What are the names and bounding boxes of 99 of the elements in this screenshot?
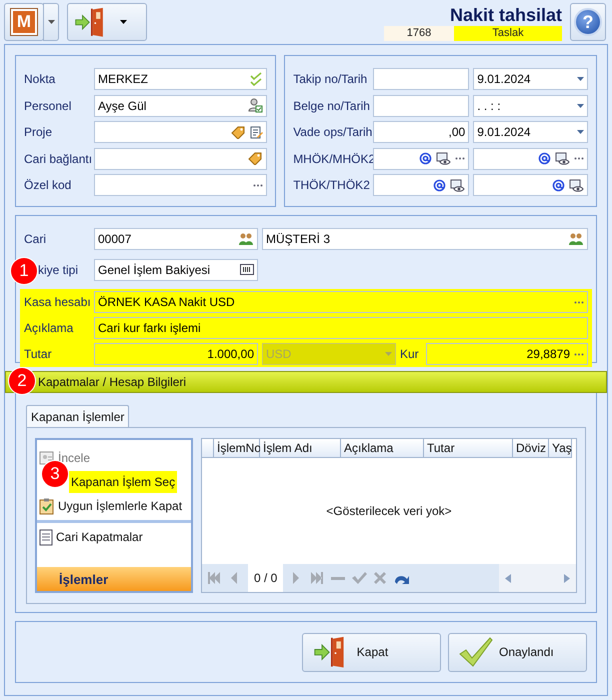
menu-dropdown-button[interactable] (43, 3, 59, 41)
input-field[interactable]: ,00 (373, 121, 470, 143)
column-header[interactable]: Açıklama (341, 439, 424, 458)
exit-button[interactable] (67, 3, 147, 41)
tag-icon (248, 152, 264, 165)
approve-button[interactable]: Onaylandı (448, 632, 587, 672)
dropdown-icon (577, 77, 584, 81)
input-field[interactable] (94, 121, 268, 143)
ellipsis-icon (455, 157, 466, 160)
eye-card-icon (436, 152, 452, 165)
field-label: Personel (24, 98, 72, 112)
clipboard-check-icon (39, 498, 55, 514)
ellipsis-icon (574, 300, 584, 304)
caret-icon (120, 20, 127, 24)
window-title: Nakit tahsilat (450, 4, 562, 26)
action-item[interactable]: Cari Kapatmalar (37, 526, 191, 548)
input-field[interactable] (373, 94, 470, 116)
at-icon (552, 178, 565, 192)
ellipsis-icon (574, 157, 584, 160)
dropdown-icon (577, 104, 584, 108)
at-icon (538, 152, 551, 165)
dropdown-icon (385, 352, 392, 356)
field-label: Belge no/Tarih (293, 98, 370, 112)
input-field[interactable]: 9.01.2024 (473, 68, 588, 90)
field-label: kiye tipi (38, 262, 80, 276)
caret-icon (48, 20, 54, 24)
input-field[interactable]: Genel İşlem Bakiyesi (94, 258, 258, 280)
ellipsis-icon (574, 352, 584, 356)
input-field[interactable]: 00007 (94, 228, 258, 250)
empty-message: <Gösterilecek veri yok> (326, 504, 452, 518)
ellipsis-icon (253, 184, 264, 186)
people-icon (568, 232, 584, 246)
action-item[interactable]: Kapanan İşlem Seç (69, 471, 178, 493)
field-label: Cari (24, 232, 48, 246)
field-label: Vade ops/Tarih (293, 125, 370, 139)
action-item[interactable]: Uygun İşlemlerle Kapat (37, 495, 191, 517)
input-field[interactable]: MÜŞTERİ 3 (262, 228, 588, 250)
first-icon (206, 570, 222, 586)
input-field[interactable]: Ayşe Gül (94, 94, 268, 116)
tag-icon (231, 126, 246, 138)
scroll-left-icon (505, 574, 511, 582)
record-count: 0 / 0 (248, 564, 284, 592)
input-field[interactable] (94, 174, 268, 196)
dropdown-icon (577, 130, 584, 134)
minus-icon (330, 576, 346, 580)
document-icon (39, 528, 53, 546)
eye-card-icon (450, 178, 466, 192)
input-field[interactable]: Cari kur farkı işlemi (94, 317, 588, 339)
callout-marker: 2 (9, 368, 35, 394)
input-field[interactable] (373, 68, 470, 90)
field-label: Kur (400, 347, 420, 361)
field-label: Kasa hesabı (24, 295, 90, 309)
callout-marker: 1 (11, 258, 37, 284)
field-label: Özel kod (24, 178, 72, 192)
input-field[interactable] (473, 148, 588, 170)
person-check-icon (248, 98, 264, 113)
column-header[interactable]: Döviz (513, 439, 549, 458)
eye-card-icon (569, 178, 584, 192)
input-field[interactable]: MERKEZ (94, 68, 268, 90)
note-icon (250, 126, 264, 138)
column-header[interactable]: Tutar (424, 439, 513, 458)
menu-button[interactable]: M (4, 3, 44, 41)
checkmark-icon (459, 637, 493, 667)
column-header[interactable]: Yaş (549, 439, 572, 458)
input-field[interactable] (373, 174, 470, 196)
check-icon (351, 570, 368, 586)
cross-icon (372, 570, 388, 586)
tab[interactable]: Kapanan İşlemler (26, 405, 130, 427)
document-number: 1768 (384, 26, 454, 40)
input-field[interactable] (94, 148, 268, 170)
field-label: Tutar (24, 347, 53, 361)
horizontal-scrollbar[interactable] (499, 564, 576, 592)
scroll-right-icon (564, 574, 570, 582)
at-icon (419, 152, 432, 165)
people-icon (238, 232, 254, 246)
input-field[interactable]: 1.000,00 (94, 343, 258, 365)
actions-footer[interactable]: İşlemler (37, 567, 191, 591)
field-label: Cari bağlantı (24, 152, 90, 166)
input-field[interactable] (473, 174, 588, 196)
check-icon (249, 72, 264, 86)
keypad-icon (240, 264, 254, 275)
input-field[interactable]: 9.01.2024 (473, 121, 588, 143)
at-icon (433, 178, 446, 192)
field-label: Nokta (24, 72, 56, 86)
field-label: THÖK/THÖK2 (293, 178, 370, 192)
close-button[interactable]: Kapat (302, 632, 441, 672)
field-label: Açıklama (24, 321, 74, 335)
status-label: Taslak (454, 26, 562, 40)
input-field[interactable]: ÖRNEK KASA Nakit USD (94, 291, 588, 313)
eye-card-icon (555, 152, 570, 165)
field-label: Proje (24, 125, 54, 139)
input-field[interactable]: . . : : (473, 94, 588, 116)
field-label: Takip no/Tarih (293, 72, 368, 86)
input-field[interactable]: 29,8879 (426, 343, 588, 365)
input-field[interactable] (373, 148, 470, 170)
last-icon (309, 570, 326, 586)
column-header[interactable]: İşlemNo (214, 439, 260, 458)
column-header[interactable]: İşlem Adı (260, 439, 341, 458)
inspect-icon (39, 450, 55, 466)
